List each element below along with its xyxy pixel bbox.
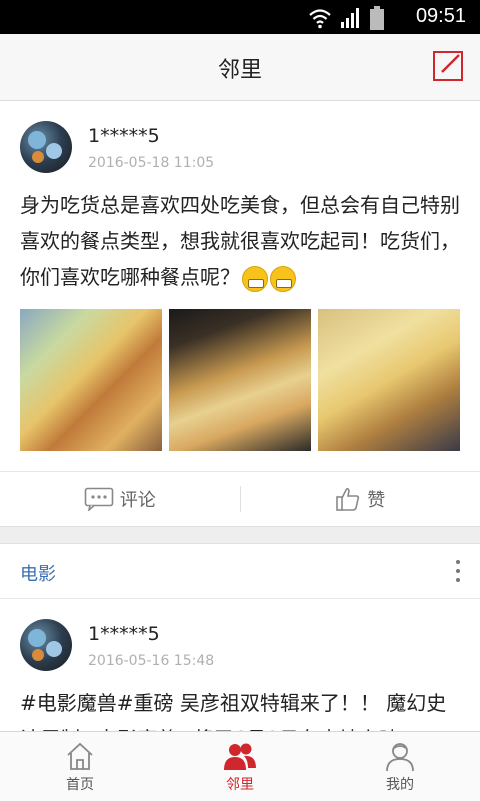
comment-button[interactable]: 评论 — [0, 486, 240, 512]
post-header: 1*****5 2016-05-16 15:48 — [0, 599, 480, 679]
home-icon — [64, 740, 96, 772]
post-body: 身为吃货总是喜欢四处吃美食，但总会有自己特别喜欢的餐点类型，想我就很喜欢吃起司！… — [20, 193, 460, 289]
tab-neighbors-label: 邻里 — [226, 774, 254, 794]
post-card[interactable]: 1*****5 2016-05-18 11:05 身为吃货总是喜欢四处吃美食，但… — [0, 101, 480, 526]
status-icons — [308, 6, 384, 30]
feed[interactable]: 1*****5 2016-05-18 11:05 身为吃货总是喜欢四处吃美食，但… — [0, 101, 480, 731]
page-title: 邻里 — [0, 52, 480, 84]
photo-pizza-slice[interactable] — [318, 309, 460, 451]
tab-home-label: 首页 — [66, 774, 94, 794]
category-label[interactable]: 电影 — [20, 560, 56, 586]
category-header: 电影 — [0, 544, 480, 599]
clock: 09:51 — [416, 5, 466, 28]
post-header: 1*****5 2016-05-18 11:05 — [0, 101, 480, 181]
post-card[interactable]: 1*****5 2016-05-16 15:48 #电影魔兽#重磅 吴彦祖双特辑… — [0, 599, 480, 731]
card-separator — [0, 526, 480, 544]
like-label: 赞 — [367, 486, 385, 512]
tab-mine[interactable]: 我的 — [320, 732, 480, 801]
tab-mine-label: 我的 — [386, 774, 414, 794]
post-timestamp: 2016-05-18 11:05 — [88, 155, 214, 171]
compose-icon[interactable] — [432, 50, 464, 82]
profile-icon — [384, 740, 416, 772]
battery-icon — [370, 6, 384, 30]
post-timestamp: 2016-05-16 15:48 — [88, 653, 214, 669]
comment-icon — [84, 487, 114, 511]
post-actions: 评论 赞 — [0, 471, 480, 526]
app-bar: 邻里 — [0, 34, 480, 101]
status-bar: 09:51 — [0, 0, 480, 34]
photo-sandwich[interactable] — [20, 309, 162, 451]
username[interactable]: 1*****5 — [88, 125, 160, 147]
tab-home[interactable]: 首页 — [0, 732, 160, 801]
photo-grid — [0, 295, 480, 471]
photo-pizza[interactable] — [169, 309, 311, 451]
post-text: #电影魔兽#重磅 吴彦祖双特辑来了！！ 魔幻史诗巨制#电影魔兽#将于6月8日在内… — [0, 679, 480, 731]
signal-icon — [340, 7, 362, 29]
more-options-icon[interactable] — [454, 560, 462, 584]
like-button[interactable]: 赞 — [241, 486, 480, 512]
grin-emoji-icon — [270, 266, 296, 292]
bottom-tab-bar: 首页 邻里 我的 — [0, 731, 480, 801]
comment-label: 评论 — [120, 486, 156, 512]
post-text: 身为吃货总是喜欢四处吃美食，但总会有自己特别喜欢的餐点类型，想我就很喜欢吃起司！… — [0, 181, 480, 295]
avatar[interactable] — [20, 121, 72, 173]
tab-neighbors[interactable]: 邻里 — [160, 732, 320, 801]
neighbors-icon — [222, 740, 258, 772]
thumbs-up-icon — [335, 486, 361, 512]
wifi-icon — [308, 7, 332, 29]
grin-emoji-icon — [242, 266, 268, 292]
username[interactable]: 1*****5 — [88, 623, 160, 645]
avatar[interactable] — [20, 619, 72, 671]
